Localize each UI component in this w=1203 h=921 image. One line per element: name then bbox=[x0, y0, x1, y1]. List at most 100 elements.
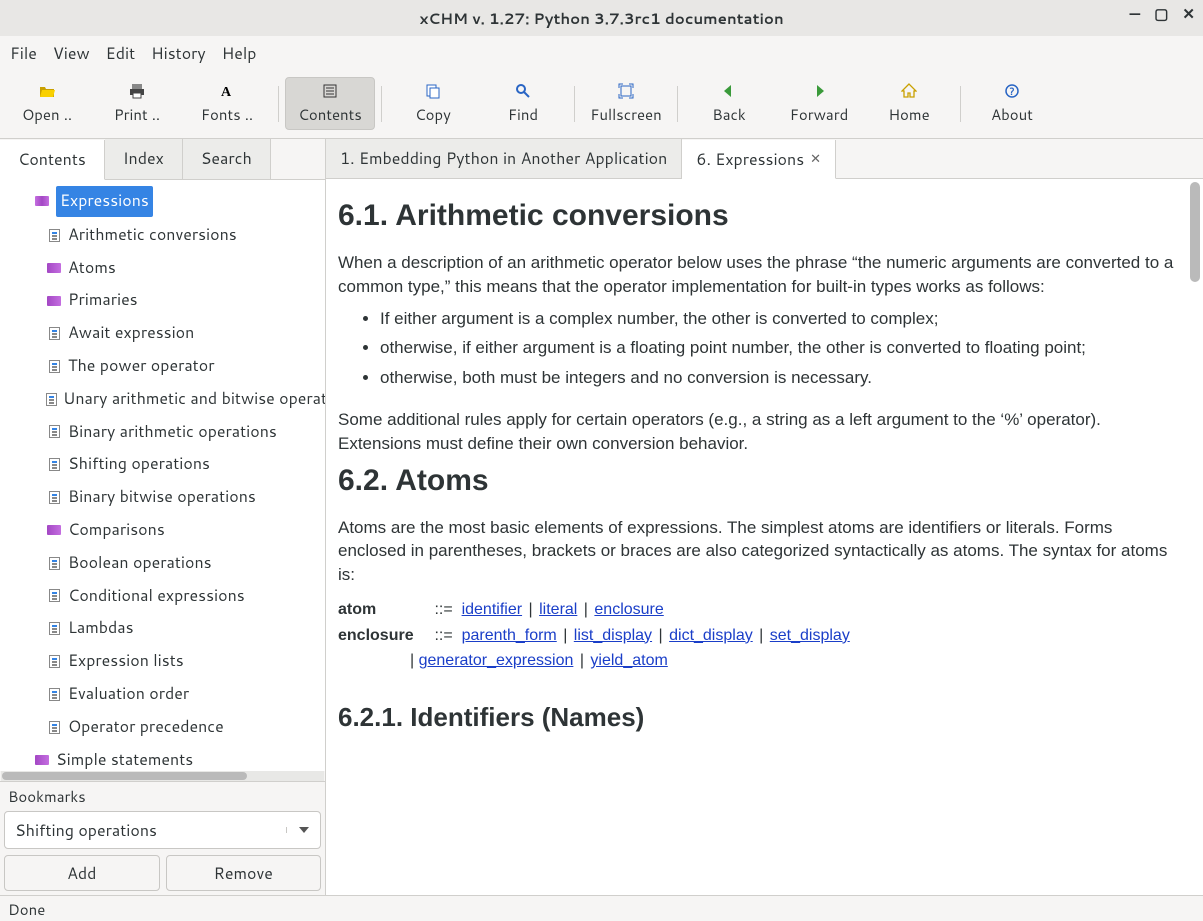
about-button[interactable]: ? About bbox=[967, 78, 1057, 129]
grammar-link[interactable]: generator_expression bbox=[419, 652, 574, 669]
menu-file[interactable]: File bbox=[10, 42, 37, 65]
grammar-link[interactable]: dict_display bbox=[669, 627, 753, 644]
grammar-link[interactable]: literal bbox=[539, 601, 577, 618]
grammar-link[interactable]: set_display bbox=[770, 627, 850, 644]
bullet-item: If either argument is a complex number, … bbox=[380, 307, 1183, 331]
menu-view[interactable]: View bbox=[53, 42, 90, 65]
grammar-link[interactable]: identifier bbox=[462, 601, 522, 618]
toolbar-label: Open .. bbox=[22, 104, 72, 125]
tree-item[interactable]: Await expression bbox=[0, 317, 325, 350]
menu-help[interactable]: Help bbox=[222, 42, 257, 65]
close-icon[interactable]: ✕ bbox=[810, 150, 821, 168]
tree-item[interactable]: Conditional expressions bbox=[0, 580, 325, 613]
bookmarks-combo[interactable]: Shifting operations bbox=[4, 811, 321, 849]
tree-item-label: Simple statements bbox=[56, 746, 193, 771]
left-tab-contents[interactable]: Contents bbox=[0, 140, 105, 180]
toolbar-label: Fonts .. bbox=[201, 104, 253, 125]
copy-icon bbox=[425, 82, 441, 100]
print-button[interactable]: Print .. bbox=[92, 78, 182, 129]
toolbar-label: Print .. bbox=[114, 104, 160, 125]
bookmark-remove-button[interactable]: Remove bbox=[166, 855, 322, 891]
minimize-button[interactable]: — bbox=[1129, 6, 1140, 21]
document-scrollbar[interactable] bbox=[1190, 182, 1200, 892]
grammar-assign: ::= bbox=[434, 627, 452, 644]
tree-item[interactable]: The power operator bbox=[0, 350, 325, 383]
tree-item[interactable]: Expression lists bbox=[0, 645, 325, 678]
document-tabs: 1. Embedding Python in Another Applicati… bbox=[326, 139, 1203, 179]
toolbar-label: About bbox=[991, 104, 1033, 125]
fonts-button[interactable]: AFonts .. bbox=[182, 78, 272, 129]
grammar-link[interactable]: yield_atom bbox=[590, 652, 667, 669]
tree-item[interactable]: Atoms bbox=[0, 252, 325, 285]
tree-item-label: Binary bitwise operations bbox=[68, 483, 256, 512]
tree-horizontal-scrollbar[interactable] bbox=[1, 771, 324, 781]
copy-button[interactable]: Copy bbox=[388, 78, 478, 129]
svg-text:?: ? bbox=[1010, 85, 1015, 99]
bookmarks-panel: Bookmarks Shifting operations Add Remove bbox=[0, 781, 325, 895]
tree-item-label: Lambdas bbox=[68, 614, 134, 643]
forward-button[interactable]: Forward bbox=[774, 78, 864, 129]
contents-tree[interactable]: ExpressionsArithmetic conversionsAtomsPr… bbox=[0, 180, 325, 771]
grammar-link[interactable]: enclosure bbox=[594, 601, 663, 618]
menu-edit[interactable]: Edit bbox=[106, 42, 135, 65]
bookmark-add-button[interactable]: Add bbox=[4, 855, 160, 891]
bookmarks-selected: Shifting operations bbox=[5, 819, 286, 842]
home-button[interactable]: Home bbox=[864, 78, 954, 129]
bookmarks-dropdown-arrow[interactable] bbox=[286, 827, 320, 833]
menu-history[interactable]: History bbox=[151, 42, 206, 65]
grammar-assign: ::= bbox=[434, 601, 452, 618]
tree-item[interactable]: Arithmetic conversions bbox=[0, 219, 325, 252]
window-title: xCHM v. 1.27: Python 3.7.3rc1 documentat… bbox=[419, 8, 783, 29]
toolbar-label: Copy bbox=[415, 104, 451, 125]
tree-item[interactable]: Shifting operations bbox=[0, 448, 325, 481]
grammar-link[interactable]: list_display bbox=[574, 627, 652, 644]
fullscreen-button[interactable]: Fullscreen bbox=[581, 78, 671, 129]
grammar-block: atom ::= identifier | literal | enclosur… bbox=[338, 597, 1183, 674]
tree-item-label: Evaluation order bbox=[68, 680, 189, 709]
toolbar-label: Contents bbox=[298, 104, 362, 125]
document-body[interactable]: 6.1. Arithmetic conversions When a descr… bbox=[326, 179, 1203, 895]
tree-item[interactable]: Binary arithmetic operations bbox=[0, 416, 325, 449]
tree-item-label: Expressions bbox=[56, 186, 153, 217]
doc-tab[interactable]: 6. Expressions✕ bbox=[682, 140, 836, 179]
tree-item-label: Unary arithmetic and bitwise operations bbox=[63, 385, 325, 414]
tree-item[interactable]: Boolean operations bbox=[0, 547, 325, 580]
back-button[interactable]: Back bbox=[684, 78, 774, 129]
maximize-button[interactable]: ▢ bbox=[1154, 6, 1168, 21]
tree-item[interactable]: Evaluation order bbox=[0, 678, 325, 711]
tree-item[interactable]: Binary bitwise operations bbox=[0, 481, 325, 514]
toolbar-separator bbox=[574, 86, 575, 122]
left-tabs: ContentsIndexSearch bbox=[0, 139, 325, 180]
grammar-link[interactable]: parenth_form bbox=[462, 627, 557, 644]
fullscreen-icon bbox=[618, 82, 634, 100]
tree-item[interactable]: Lambdas bbox=[0, 612, 325, 645]
close-button[interactable]: ✕ bbox=[1182, 6, 1195, 21]
main-area: ContentsIndexSearch ExpressionsArithmeti… bbox=[0, 139, 1203, 895]
paragraph: When a description of an arithmetic oper… bbox=[338, 251, 1183, 299]
toolbar-label: Find bbox=[508, 104, 538, 125]
doc-tab-label: 1. Embedding Python in Another Applicati… bbox=[340, 147, 667, 170]
toolbar-separator bbox=[960, 86, 961, 122]
tree-item-label: Shifting operations bbox=[68, 450, 210, 479]
tree-item[interactable]: Comparisons bbox=[0, 514, 325, 547]
contents-button[interactable]: Contents bbox=[285, 77, 375, 130]
bullet-item: otherwise, if either argument is a float… bbox=[380, 336, 1183, 360]
tree-item[interactable]: Simple statements bbox=[0, 744, 325, 771]
about-icon: ? bbox=[1004, 82, 1020, 100]
open-button[interactable]: Open .. bbox=[2, 78, 92, 129]
tree-item-label: Comparisons bbox=[68, 516, 165, 545]
grammar-term: enclosure bbox=[338, 623, 430, 649]
toolbar-label: Forward bbox=[790, 104, 849, 125]
toolbar-label: Fullscreen bbox=[590, 104, 661, 125]
tree-item[interactable]: Expressions bbox=[0, 184, 325, 219]
tree-item-label: Operator precedence bbox=[68, 713, 224, 742]
find-button[interactable]: Find bbox=[478, 78, 568, 129]
left-tab-index[interactable]: Index bbox=[105, 139, 183, 179]
left-tab-search[interactable]: Search bbox=[183, 139, 271, 179]
tree-item[interactable]: Operator precedence bbox=[0, 711, 325, 744]
tree-item[interactable]: Unary arithmetic and bitwise operations bbox=[0, 383, 325, 416]
tree-item-label: Binary arithmetic operations bbox=[68, 418, 277, 447]
doc-tab[interactable]: 1. Embedding Python in Another Applicati… bbox=[326, 139, 682, 178]
tree-item[interactable]: Primaries bbox=[0, 284, 325, 317]
tree-item-label: Boolean operations bbox=[68, 549, 212, 578]
